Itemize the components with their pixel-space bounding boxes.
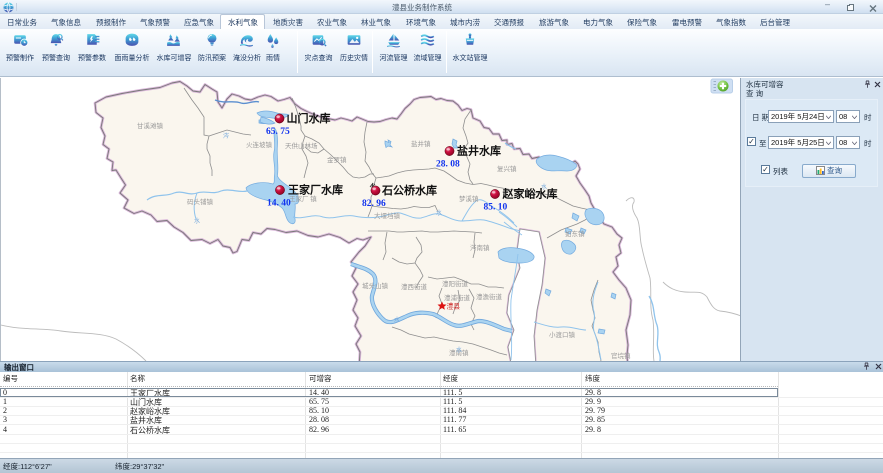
svg-text:山门水库: 山门水库 — [287, 110, 331, 126]
svg-text:金罗镇: 金罗镇 — [327, 154, 347, 164]
svg-text:28. 08: 28. 08 — [436, 160, 460, 170]
svg-text:澧澹街道: 澧澹街道 — [476, 291, 503, 301]
svg-text:甘溪滩镇: 甘溪滩镇 — [137, 120, 164, 130]
svg-text:天供山林场: 天供山林场 — [285, 140, 318, 150]
svg-text:水: 水 — [456, 345, 462, 354]
svg-text:82. 96: 82. 96 — [362, 199, 386, 209]
svg-text:85. 10: 85. 10 — [484, 203, 508, 213]
svg-text:王家厂水库: 王家厂水库 — [288, 182, 343, 198]
svg-text:城头山镇: 城头山镇 — [362, 280, 389, 290]
svg-text:如东镇: 如东镇 — [565, 228, 585, 238]
svg-text:澧西街道: 澧西街道 — [401, 281, 428, 291]
svg-text:大堰垱镇: 大堰垱镇 — [374, 210, 401, 220]
svg-text:官垸镇: 官垸镇 — [611, 350, 631, 360]
svg-text:赵家峪水库: 赵家峪水库 — [502, 186, 558, 202]
svg-text:盐井镇: 盐井镇 — [411, 138, 431, 148]
svg-text:码头铺镇: 码头铺镇 — [187, 196, 214, 206]
svg-text:澧阳街道: 澧阳街道 — [442, 278, 469, 288]
svg-text:65. 75: 65. 75 — [266, 127, 290, 137]
svg-text:石公桥水库: 石公桥水库 — [381, 182, 437, 198]
svg-text:小渡口镇: 小渡口镇 — [549, 329, 576, 339]
svg-text:梦溪镇: 梦溪镇 — [459, 193, 479, 203]
svg-text:水: 水 — [436, 208, 442, 217]
svg-text:水: 水 — [394, 315, 400, 324]
svg-text:复兴镇: 复兴镇 — [497, 163, 517, 173]
svg-text:盐井水库: 盐井水库 — [457, 143, 501, 159]
svg-text:澧县: 澧县 — [447, 301, 461, 311]
svg-text:火连坡镇: 火连坡镇 — [246, 139, 273, 149]
svg-text:涔南镇: 涔南镇 — [470, 242, 490, 252]
svg-text:涔: 涔 — [223, 131, 229, 140]
svg-text:14. 40: 14. 40 — [267, 199, 291, 209]
svg-text:水: 水 — [194, 216, 200, 225]
